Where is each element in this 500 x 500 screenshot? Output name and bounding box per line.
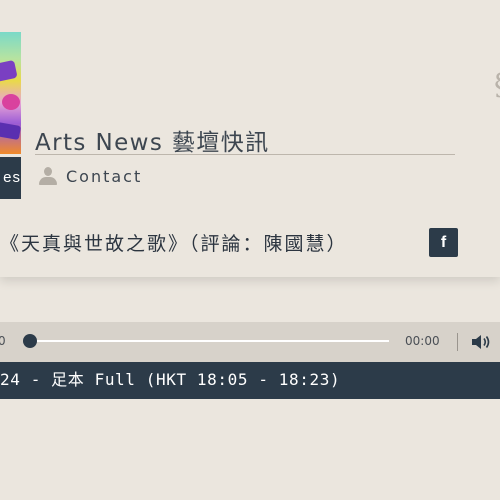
- title-divider: [35, 154, 455, 155]
- volume-icon[interactable]: [470, 332, 494, 352]
- program-cover-image[interactable]: [0, 32, 21, 154]
- progress-track[interactable]: [36, 340, 389, 342]
- total-time: 00:00: [405, 334, 440, 348]
- person-icon: [38, 165, 58, 187]
- decorative-logo-fragment: ‎§: [494, 68, 500, 103]
- current-time: 0: [0, 334, 6, 348]
- contact-link[interactable]: Contact: [38, 163, 142, 189]
- now-playing-text: 24 - 足本 Full (HKT 18:05 - 18:23): [0, 370, 341, 389]
- facebook-icon: f: [440, 234, 447, 251]
- cover-art-shape: [2, 94, 20, 110]
- episode-title: 《天真與世故之歌》（評論：陳國慧）: [0, 233, 348, 255]
- cover-art-shape: [0, 122, 21, 140]
- audio-player: 0 00:00: [0, 322, 500, 362]
- contact-label: Contact: [66, 166, 143, 186]
- program-title: Arts News 藝壇快訊: [35, 130, 270, 156]
- cover-art-shape: [0, 59, 18, 83]
- nav-tab-episodes[interactable]: es: [0, 157, 21, 199]
- player-divider: [457, 333, 458, 351]
- now-playing-bar[interactable]: 24 - 足本 Full (HKT 18:05 - 18:23): [0, 362, 500, 399]
- facebook-share-button[interactable]: f: [429, 228, 458, 257]
- progress-scrubber[interactable]: [23, 334, 37, 348]
- program-header-card: es ‎§ Arts News 藝壇快訊 Contact 《天真與世故之歌》（評…: [0, 0, 500, 277]
